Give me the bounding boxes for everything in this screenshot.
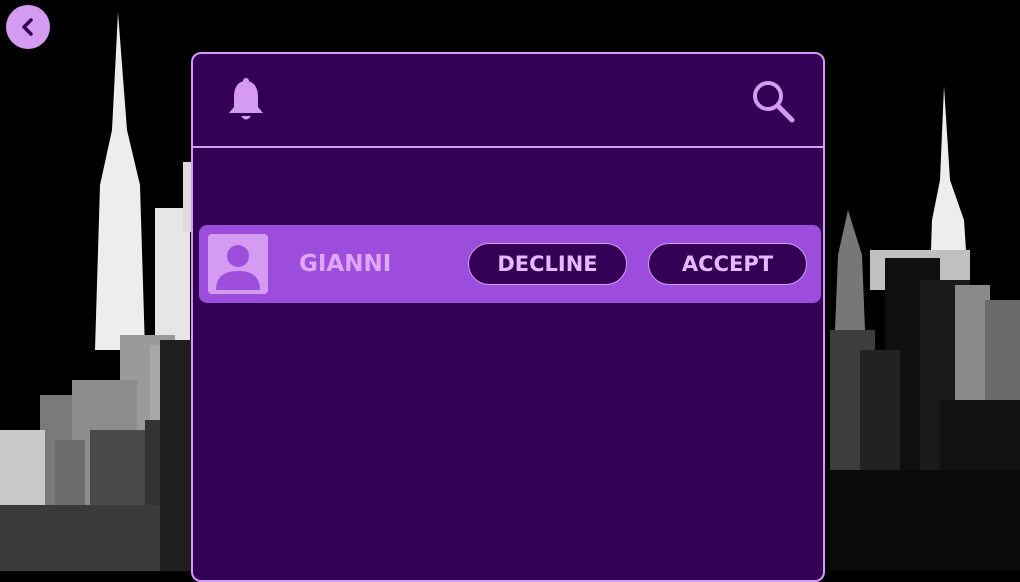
bell-icon[interactable]	[226, 77, 266, 125]
requester-name: GIANNI	[299, 251, 392, 277]
accept-button[interactable]: ACCEPT	[648, 243, 807, 285]
chevron-left-icon	[22, 18, 33, 36]
friend-requests-panel: GIANNI DECLINE ACCEPT	[191, 52, 825, 582]
back-button[interactable]	[6, 5, 50, 49]
search-icon[interactable]	[751, 79, 797, 125]
friend-request-row: GIANNI DECLINE ACCEPT	[199, 225, 821, 303]
avatar	[208, 234, 268, 294]
person-icon	[216, 245, 260, 290]
panel-header	[193, 54, 823, 148]
decline-button[interactable]: DECLINE	[468, 243, 627, 285]
